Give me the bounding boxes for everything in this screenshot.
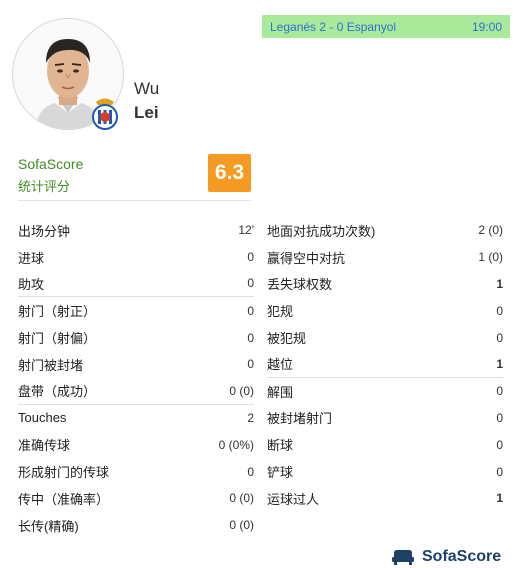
stat-row-possession-lost: 丢失球权数 1 [267,271,503,298]
stat-row-crosses: 传中（准确率） 0 (0) [18,485,254,512]
stat-label: 射门被封堵 [18,357,84,373]
stat-row-aerial-duels: 赢得空中对抗 1 (0) [267,244,503,271]
stat-value: 1 [496,356,503,371]
stat-value: 12' [238,223,254,238]
stat-label: 准确传球 [18,438,71,454]
stat-label: 断球 [267,438,294,454]
stat-label: 丢失球权数 [267,277,333,293]
stat-value: 0 [496,437,503,452]
stat-row-minutes: 出场分钟 12' [18,217,254,244]
stat-row-long-balls: 长传(精确) 0 (0) [18,512,254,539]
stat-label: 铲球 [267,465,294,481]
stat-row-interceptions: 断球 0 [267,431,503,458]
stat-value: 0 [247,250,254,265]
stat-row-dribbled-past: 运球过人 1 [267,485,503,512]
stat-value: 0 [496,330,503,345]
stat-value: 0 (0) [229,518,254,533]
player-last-name: Lei [134,103,159,122]
stat-value: 0 (0%) [218,437,254,452]
stat-row-tackles: 铲球 0 [267,458,503,485]
stat-value: 0 [247,303,254,318]
stat-value: 0 [496,303,503,318]
stat-value: 1 [496,491,503,506]
stat-label: 长传(精确) [18,518,79,534]
stat-value: 0 [247,357,254,372]
rating-badge: 6.3 [208,154,251,192]
stat-label: 被封堵射门 [267,411,333,427]
stat-row-shots-blocked: 射门被封堵 0 [18,351,254,378]
match-banner[interactable]: Leganés 2 - 0 Espanyol 19:00 [262,15,510,38]
stat-label: 盘带（成功） [18,384,97,400]
stat-label: 地面对抗成功次数) [267,223,376,239]
stat-value: 1 [496,276,503,291]
stat-row-fouls: 犯规 0 [267,297,503,324]
stat-value: 0 (0) [229,491,254,506]
stat-value: 0 [247,330,254,345]
stat-value: 1 (0) [478,250,503,265]
stat-label: 助攻 [18,276,45,292]
divider [18,200,251,201]
stat-label: 射门（射正） [18,304,97,320]
stat-row-key-passes: 形成射门的传球 0 [18,458,254,485]
stat-label: 进球 [18,250,45,266]
stat-label: 形成射门的传球 [18,465,110,481]
stat-label: 被犯规 [267,331,307,347]
sofascore-logo-icon [392,550,414,565]
club-badge-icon [92,98,118,130]
left-stats-list: 出场分钟 12' 进球 0 助攻 0 射门（射正） 0 射门（射偏） 0 射门被… [18,217,254,539]
stat-row-offsides: 越位 1 [267,351,503,378]
stat-row-shots-off-target: 射门（射偏） 0 [18,324,254,351]
rating-brand: SofaScore [18,156,84,172]
stat-label: 出场分钟 [18,223,71,239]
stat-label: 越位 [267,357,294,373]
stat-row-dribbles: 盘带（成功） 0 (0) [18,378,254,405]
stat-value: 0 [247,276,254,291]
stat-label: 赢得空中对抗 [267,250,346,266]
stat-value: 2 (0) [478,223,503,238]
rating-label: 统计评分 [18,179,71,194]
stat-row-accurate-passes: 准确传球 0 (0%) [18,431,254,458]
stat-value: 0 (0) [229,383,254,398]
stat-value: 0 [247,464,254,479]
stat-label: Touches [18,410,67,426]
stat-label: 传中（准确率） [18,491,110,507]
stat-row-assists: 助攻 0 [18,271,254,298]
match-score[interactable]: Leganés 2 - 0 Espanyol [270,20,396,34]
stat-row-shots-on-target: 射门（射正） 0 [18,297,254,324]
stat-row-ground-duels: 地面对抗成功次数) 2 (0) [267,217,503,244]
stat-value: 0 [496,410,503,425]
player-first-name: Wu [134,79,160,98]
footer-brand[interactable]: SofaScore [422,548,501,566]
stat-row-blocked-shots: 被封堵射门 0 [267,405,503,432]
stat-row-touches: Touches 2 [18,405,254,432]
stat-label: 犯规 [267,304,294,320]
footer-logo[interactable]: SofaScore [392,548,501,566]
stat-row-clearances: 解围 0 [267,378,503,405]
stat-label: 运球过人 [267,491,320,507]
stat-label: 解围 [267,384,294,400]
match-time: 19:00 [471,19,502,34]
stat-row-was-fouled: 被犯规 0 [267,324,503,351]
stat-row-goals: 进球 0 [18,244,254,271]
right-stats-list: 地面对抗成功次数) 2 (0) 赢得空中对抗 1 (0) 丢失球权数 1 犯规 … [267,217,503,512]
stat-label: 射门（射偏） [18,331,97,347]
stat-value: 0 [496,464,503,479]
stat-value: 2 [247,410,254,425]
stat-value: 0 [496,384,503,399]
